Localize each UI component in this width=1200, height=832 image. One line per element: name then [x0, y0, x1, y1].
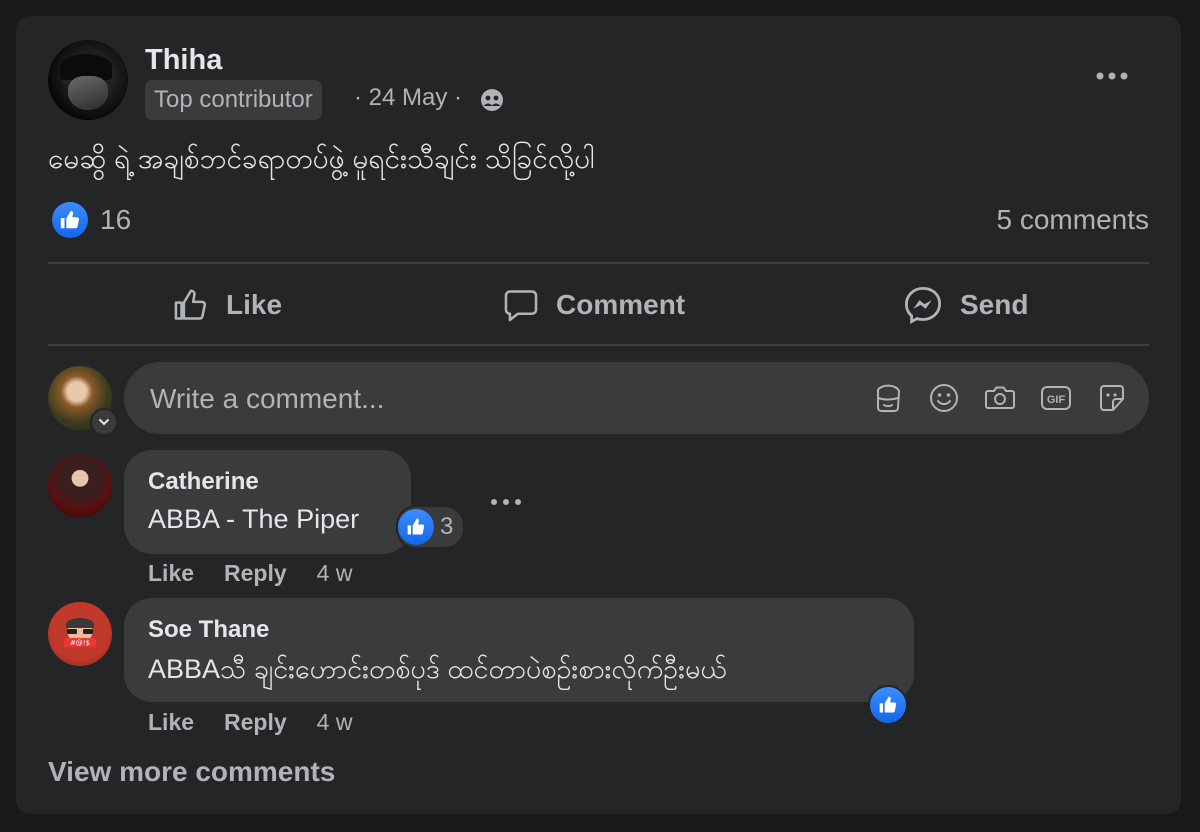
author-name[interactable]: Thiha — [145, 44, 222, 77]
post-text: မေဆွိ ရဲ့ အချစ်ဘင်ခရာတပ်ဖွဲ့ မူရင်းသီချင… — [48, 143, 595, 174]
divider — [48, 262, 1149, 264]
friends-audience-icon[interactable] — [480, 88, 504, 112]
comment-input[interactable] — [148, 362, 852, 436]
sticker-icon[interactable] — [1094, 380, 1130, 416]
comment-author-name[interactable]: Soe Thane — [148, 616, 269, 644]
post-card: Thiha Top contributor · 24 May · မေဆွိ ရ… — [16, 16, 1181, 814]
thumbs-up-outline-icon — [174, 289, 207, 320]
messenger-icon — [904, 286, 942, 325]
author-avatar[interactable] — [48, 40, 128, 120]
like-reaction-icon[interactable] — [52, 202, 88, 238]
comment-composer[interactable]: GIF — [124, 362, 1149, 436]
top-contributor-badge[interactable]: Top contributor — [145, 80, 322, 120]
comments-count[interactable]: 5 comments — [997, 204, 1150, 236]
thumbs-up-icon — [407, 518, 425, 535]
gif-icon[interactable]: GIF — [1038, 380, 1074, 416]
comment-actions: Like Reply 4 w — [148, 560, 352, 587]
comment-reaction-count[interactable]: 3 — [396, 505, 466, 549]
like-reaction-icon — [398, 509, 434, 545]
comment-bubble: Soe Thane ABBAသီ ချင်းဟောင်းတစ်ပုဒ် ထင်တ… — [124, 598, 914, 702]
thumbs-up-icon — [60, 210, 80, 229]
comment-like-button[interactable]: Like — [148, 709, 194, 736]
comment-bubble: Catherine ABBA - The Piper — [124, 450, 411, 554]
send-button-label: Send — [960, 289, 1029, 320]
reaction-count-label: 3 — [440, 513, 454, 540]
svg-text:GIF: GIF — [1047, 394, 1066, 406]
avatar-sticker-icon[interactable] — [870, 380, 906, 416]
cartoon-face-icon: #@!$ — [64, 618, 96, 647]
comment-like-reaction-icon[interactable] — [868, 685, 908, 725]
comment-more-options-icon[interactable] — [488, 492, 524, 512]
comment-text: ABBAသီ ချင်းဟောင်းတစ်ပုဒ် ထင်တာပဲစဉ်းစား… — [148, 654, 727, 684]
send-button[interactable]: Send — [902, 278, 1028, 332]
comment-timestamp[interactable]: 4 w — [317, 560, 353, 587]
comment-author-avatar[interactable] — [48, 454, 112, 518]
svg-text:#@!$: #@!$ — [70, 639, 90, 647]
emoji-icon[interactable] — [926, 380, 962, 416]
comment-button-label: Comment — [556, 289, 686, 320]
comment-reply-button[interactable]: Reply — [224, 709, 287, 736]
comment-text: ABBA - The Piper — [148, 504, 360, 534]
comment-reply-button[interactable]: Reply — [224, 560, 287, 587]
comment-timestamp[interactable]: 4 w — [317, 709, 353, 736]
chevron-down-icon[interactable] — [90, 408, 118, 436]
comment-like-button[interactable]: Like — [148, 560, 194, 587]
more-options-icon[interactable] — [1094, 66, 1130, 86]
view-more-comments-link[interactable]: View more comments — [48, 756, 335, 788]
like-button-label: Like — [226, 289, 283, 320]
like-button[interactable]: Like — [172, 278, 282, 332]
post-date[interactable]: · 24 May · — [354, 84, 462, 112]
camera-icon[interactable] — [982, 380, 1018, 416]
thumbs-up-icon — [879, 696, 897, 713]
comment-author-name[interactable]: Catherine — [148, 468, 259, 496]
divider — [48, 344, 1149, 346]
comment-button[interactable]: Comment — [502, 278, 685, 332]
comment-actions: Like Reply 4 w — [148, 709, 352, 736]
comment-bubble-icon — [504, 290, 538, 322]
like-count[interactable]: 16 — [100, 204, 131, 236]
avatar-face-shape — [68, 76, 108, 110]
comment-author-avatar[interactable]: #@!$ — [48, 602, 112, 666]
